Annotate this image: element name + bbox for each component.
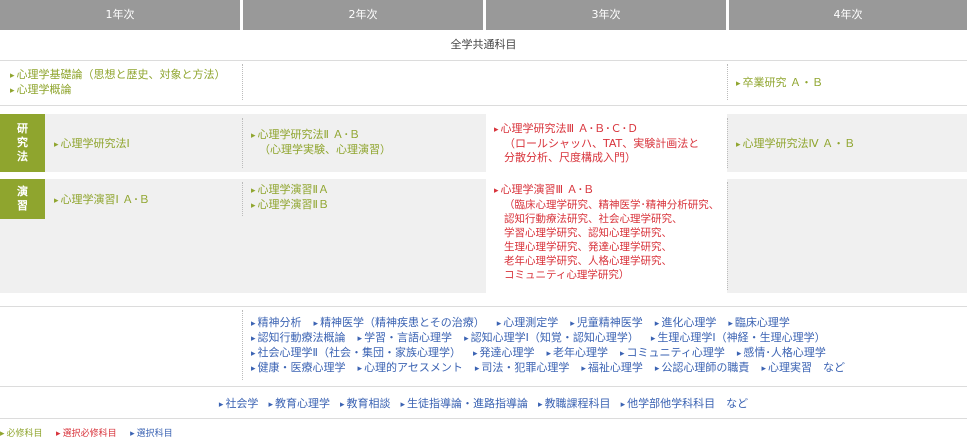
elective-course: 精神分析 (251, 316, 302, 329)
divider (0, 386, 967, 387)
electives-line-4: 健康・医療心理学心理的アセスメント司法・犯罪心理学福祉心理学公認心理師の職責心理… (251, 361, 845, 376)
course-research-methods-3-detail: 分散分析、尺度構成入門） (504, 151, 636, 164)
other-course: 社会学 (219, 397, 259, 410)
elective-course: 福祉心理学 (581, 361, 643, 374)
elective-course: 生理心理学Ⅰ（神経・生理心理学） (651, 331, 826, 344)
header-year-3: 3年次 (486, 0, 726, 30)
seminar-year2: 心理学演習ⅡＡ 心理学演習ⅡＢ (251, 183, 329, 213)
course-intro-psychology: 心理学概論 (10, 83, 226, 98)
elective-course: 老年心理学 (546, 346, 608, 359)
common-subjects-label: 全学共通科目 (450, 38, 517, 51)
course-basic-theory: 心理学基礎論（思想と歴史、対象と方法） (10, 68, 226, 83)
legend-elective: 選択科目 (130, 429, 173, 439)
divider (727, 182, 728, 290)
tag-char: 習 (17, 199, 28, 212)
research-year2: 心理学研究法Ⅱ Ａ･Ｂ （心理学実験、心理演習） (251, 128, 391, 157)
elective-course: 児童精神医学 (570, 316, 643, 329)
course-research-methods-3-detail: （ロールシャッハ、TAT、実験計画法と (504, 137, 700, 150)
elective-course: 認知心理学Ⅰ（知覚・認知心理学） (464, 331, 639, 344)
other-course: 教職課程科目 (538, 397, 611, 410)
seminar-year4-bg (727, 179, 967, 293)
header-year-4: 4年次 (729, 0, 967, 30)
course-research-methods-2: 心理学研究法Ⅱ Ａ･Ｂ (251, 128, 391, 143)
course-seminar-3-detail: （臨床心理学研究、精神医学･精神分析研究、 (504, 199, 720, 211)
elective-course: 社会心理学Ⅱ（社会・集団・家族心理学） (251, 346, 461, 359)
elective-course: 健康・医療心理学 (251, 361, 346, 374)
electives-line-3: 社会心理学Ⅱ（社会・集団・家族心理学） 発達心理学老年心理学コミュニティ心理学感情… (251, 346, 845, 361)
legend-selective-required: 選択必修科目 (56, 429, 117, 439)
course-research-methods-2-detail: （心理学実験、心理演習） (259, 143, 391, 156)
divider (242, 310, 243, 380)
course-research-methods-3: 心理学研究法Ⅲ Ａ･Ｂ･Ｃ･Ｄ (494, 122, 699, 137)
electives-line-2: 認知行動療法概論学習・言語心理学認知心理学Ⅰ（知覚・認知心理学） 生理心理学Ⅰ（神… (251, 331, 845, 346)
elective-course: 進化心理学 (655, 316, 717, 329)
divider (0, 306, 967, 307)
divider (0, 418, 967, 419)
tag-char: 究 (17, 136, 28, 149)
elective-course: 学習・言語心理学 (358, 331, 453, 344)
elective-course: 発達心理学 (473, 346, 535, 359)
course-seminar-3-detail: コミュニティ心理学研究） (504, 269, 630, 281)
divider (242, 64, 243, 100)
elective-course: 認知行動療法概論 (251, 331, 346, 344)
course-research-methods-1: 心理学研究法Ⅰ (54, 137, 130, 152)
other-course: 生徒指導論・進路指導論 (401, 397, 529, 410)
elective-course: 心理的アセスメント (358, 361, 463, 374)
course-seminar-3: 心理学演習Ⅲ Ａ･Ｂ (494, 183, 719, 198)
course-seminar-1: 心理学演習Ⅰ Ａ･Ｂ (54, 193, 150, 208)
elective-course: 心理測定学 (497, 316, 559, 329)
other-course: 他学部他学科科目 など (621, 397, 749, 410)
course-seminar-3-detail: 生理心理学研究、発達心理学研究、 (504, 241, 672, 253)
course-research-methods-4: 心理学研究法Ⅳ Ａ・Ｂ (736, 137, 856, 152)
course-seminar-2a: 心理学演習ⅡＡ (251, 183, 329, 198)
tag-char: 研 (17, 122, 28, 135)
elective-course: 精神医学（精神疾患とその治療） (314, 316, 485, 329)
tag-char: 演 (17, 185, 28, 198)
electives-line-1: 精神分析精神医学（精神疾患とその治療） 心理測定学児童精神医学進化心理学臨床心理学 (251, 316, 845, 331)
divider (242, 182, 243, 216)
legend-required: 必修科目 (0, 429, 43, 439)
divider (0, 60, 967, 61)
seminar-tag: 演 習 (0, 179, 45, 219)
course-seminar-3-detail: 学習心理学研究、認知心理学研究、 (504, 227, 672, 239)
seminar-year3: 心理学演習Ⅲ Ａ･Ｂ （臨床心理学研究、精神医学･精神分析研究、 認知行動療法研… (494, 183, 720, 282)
elective-course: 感情･人格心理学 (737, 346, 826, 359)
header-year-2: 2年次 (243, 0, 483, 30)
other-course: 教育相談 (340, 397, 391, 410)
header-year-1: 1年次 (0, 0, 240, 30)
elective-course: 公認心理師の職責 (655, 361, 750, 374)
course-seminar-3-detail: 認知行動療法研究、社会心理学研究、 (504, 213, 683, 225)
course-seminar-3-detail: 老年心理学研究、人格心理学研究、 (504, 255, 672, 267)
legend: 必修科目 選択必修科目 選択科目 (0, 426, 183, 439)
elective-course: 臨床心理学 (728, 316, 790, 329)
elective-course: 司法・犯罪心理学 (475, 361, 570, 374)
other-subjects: 社会学教育心理学教育相談生徒指導論・進路指導論教職課程科目他学部他学科科目 など (0, 397, 967, 412)
divider (242, 118, 243, 168)
tag-char: 法 (17, 150, 28, 163)
basic-year1: 心理学基礎論（思想と歴史、対象と方法） 心理学概論 (10, 68, 226, 98)
elective-course: コミュニティ心理学 (620, 346, 725, 359)
research-methods-tag: 研 究 法 (0, 114, 45, 172)
other-course: 教育心理学 (268, 397, 330, 410)
course-seminar-2b: 心理学演習ⅡＢ (251, 198, 329, 213)
elective-course: 心理実習 など (761, 361, 845, 374)
course-graduation-research: 卒業研究 Ａ・Ｂ (736, 76, 824, 91)
research-year3: 心理学研究法Ⅲ Ａ･Ｂ･Ｃ･Ｄ （ロールシャッハ、TAT、実験計画法と 分散分析… (494, 122, 700, 165)
divider (727, 64, 728, 100)
divider (727, 118, 728, 168)
seminar-bg-fill (243, 218, 486, 293)
electives-block: 精神分析精神医学（精神疾患とその治療） 心理測定学児童精神医学進化心理学臨床心理学… (251, 316, 845, 376)
divider (0, 105, 967, 106)
